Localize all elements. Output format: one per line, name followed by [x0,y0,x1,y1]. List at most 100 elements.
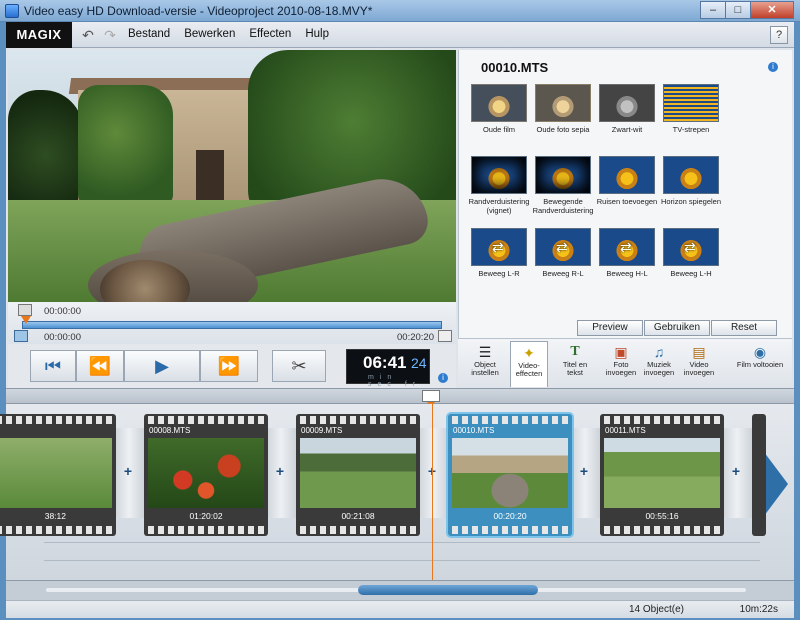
fast-forward-button[interactable]: ⏩ [200,350,258,382]
tool-video-effects[interactable]: ✦ Video-effecten [510,341,548,387]
effects-panel: 00010.MTS i Oude film Oude foto sepia Zwar… [458,50,792,338]
effect-item[interactable]: Horizon spiegelen [659,156,723,224]
timeline-ruler[interactable] [6,388,794,407]
scrollbar-thumb[interactable] [358,585,538,595]
info-icon[interactable]: i [768,62,778,72]
tool-tabs: ☰ Object instellen ✦ Video-effecten T Ti… [458,338,792,388]
insert-plus-icon[interactable]: + [273,464,287,478]
clip-item-selected[interactable]: 00010.MTS 00:20:20 [448,414,572,536]
effect-item[interactable]: Beweeg L-H [659,228,723,296]
time-display: 06:41 24 min sec fr [346,349,430,388]
effect-thumbnail [663,156,719,194]
maximize-button[interactable]: □ [725,1,751,19]
total-duration: 10m:22s [739,604,778,615]
minimize-button[interactable]: – [700,1,726,19]
range-end-time: 00:20:20 [397,332,434,343]
window-title: Video easy HD Download-versie - Videopro… [24,4,373,18]
use-button[interactable]: Gebruiken [644,320,710,336]
video-icon: ▤ [692,344,706,360]
effect-label: Oude foto sepia [536,125,590,134]
effect-thumbnail [599,228,655,266]
clip-name: 00011.MTS [605,426,646,435]
tool-insert-video[interactable]: ▤ Video invoegen [680,341,718,387]
clip-duration: 01:20:02 [189,511,223,521]
effect-label: Beweeg L-R [478,269,520,278]
effect-label: Beweeg L-H [670,269,712,278]
help-button[interactable]: ? [770,26,788,44]
timeline-playhead-handle[interactable] [422,390,440,407]
effect-item[interactable]: Beweeg R-L [531,228,595,296]
reset-button[interactable]: Reset [711,320,777,336]
clip-item[interactable]: 00008.MTS 01:20:02 [144,414,268,536]
clip-item[interactable]: 00009.MTS 00:21:08 [296,414,420,536]
scroll-right-arrow-icon[interactable] [764,452,788,516]
effect-thumbnail [599,156,655,194]
horizontal-scrollbar[interactable] [6,580,794,600]
effect-item[interactable]: TV-strepen [659,84,723,152]
effect-thumbnail [471,84,527,122]
tool-insert-music[interactable]: ♫ Muziek invoegen [640,341,678,387]
tool-object-settings[interactable]: ☰ Object instellen [466,341,504,387]
menu-list: Bestand Bewerken Effecten Hulp [128,28,329,40]
effect-item[interactable]: Bewegende Randverduistering [531,156,595,224]
scrub-track[interactable] [22,321,442,329]
object-count: 14 Object(e) [628,604,684,615]
clip-name: 00009.MTS [301,426,343,435]
disc-icon: ◉ [753,344,767,360]
range-start-time: 00:00:00 [44,332,81,343]
effect-label: Zwart-wit [611,125,643,134]
menu-hulp[interactable]: Hulp [305,28,329,40]
undo-icon[interactable]: ↶ [80,27,96,43]
music-icon: ♫ [653,344,665,360]
clip-item[interactable]: 38:12 [0,414,116,536]
effect-label: Horizon spiegelen [660,197,722,206]
wand-icon: ✦ [523,345,535,361]
tool-finish-movie[interactable]: ◉ Film voltooien [734,341,786,387]
menu-bestand[interactable]: Bestand [128,28,170,40]
menu-effecten[interactable]: Effecten [249,28,291,40]
clock-frames: 24 [411,355,427,371]
clip-item[interactable] [752,414,766,536]
magix-logo: MAGIX [6,22,72,48]
close-button[interactable]: ✕ [750,1,794,19]
effect-thumbnail [663,228,719,266]
playhead-marker[interactable] [21,316,31,324]
redo-icon[interactable]: ↷ [102,27,118,43]
sliders-icon: ☰ [478,344,492,360]
effect-label: Beweeg H-L [606,269,648,278]
tool-title-text[interactable]: T Titel en tekst [556,341,594,387]
effect-item[interactable]: Oude film [467,84,531,152]
effect-item[interactable]: Oude foto sepia [531,84,595,152]
insert-plus-icon[interactable]: + [121,464,135,478]
clock-main: 06:41 [363,353,407,372]
video-preview[interactable] [8,50,456,302]
effect-item[interactable]: Beweeg L-R [467,228,531,296]
clip-duration: 00:20:20 [493,511,527,521]
clip-name: 00010.MTS [453,426,495,435]
clip-item[interactable]: 00011.MTS 00:55:16 [600,414,724,536]
range-end-grip[interactable] [438,330,452,342]
effect-item[interactable]: Randverduistering (vignet) [467,156,531,224]
skip-start-button[interactable]: ⏮ [30,350,76,382]
range-start-grip[interactable] [14,330,28,342]
effect-item[interactable]: Zwart-wit [595,84,659,152]
info-icon[interactable]: i [438,373,448,383]
zoom-handle[interactable] [18,304,32,316]
cut-scissors-button[interactable]: ✂ [272,350,326,382]
tool-insert-photo[interactable]: ▣ Foto invoegen [602,341,640,387]
clip-duration: 00:21:08 [341,511,375,521]
insert-plus-icon[interactable]: + [729,464,743,478]
insert-plus-icon[interactable]: + [577,464,591,478]
window-controls: – □ ✕ [700,1,794,19]
effect-item[interactable]: Beweeg H-L [595,228,659,296]
effect-thumbnail [535,228,591,266]
current-time: 00:00:00 [44,306,81,317]
effect-thumbnail [471,156,527,194]
play-button[interactable]: ▶ [124,350,200,382]
menu-bewerken[interactable]: Bewerken [184,28,235,40]
rewind-button[interactable]: ⏪ [76,350,124,382]
preview-button[interactable]: Preview [577,320,643,336]
effect-label: Oude film [482,125,516,134]
effect-label: Bewegende Randverduistering [532,197,594,215]
effect-item[interactable]: Ruisen toevoegen [595,156,659,224]
